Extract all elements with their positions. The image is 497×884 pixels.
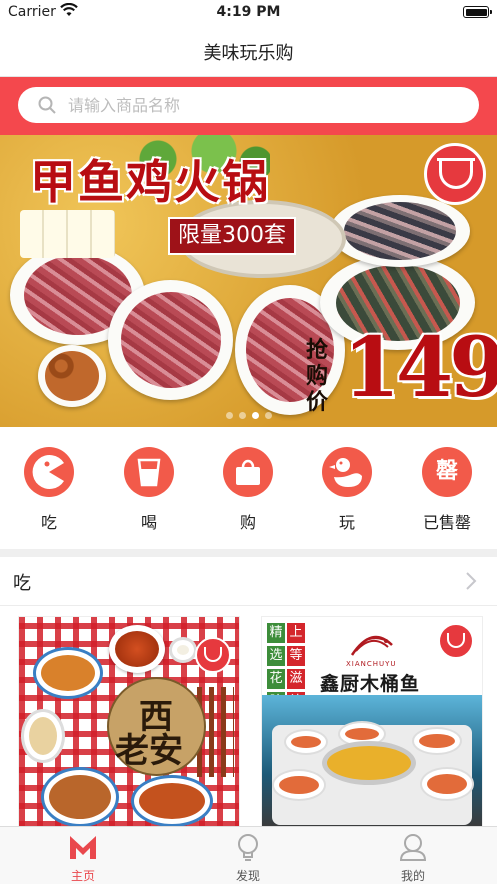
food-plate [109, 625, 165, 673]
profile-icon [399, 834, 427, 861]
category-label: 喝 [140, 513, 157, 532]
lightbulb-icon [238, 834, 258, 861]
shopping-bag-icon [223, 447, 273, 497]
pacman-icon [24, 447, 74, 497]
tag: 选 [267, 646, 285, 666]
page-dot[interactable] [238, 412, 246, 419]
price-value: 149 [343, 320, 497, 416]
tab-label: 发现 [235, 869, 260, 883]
badge-text: 老安 [115, 731, 183, 771]
banner-page-indicator[interactable] [0, 404, 497, 423]
navigation-bar: 美味玩乐购 [0, 26, 497, 77]
tab-label: 主页 [70, 869, 95, 883]
tab-profile[interactable]: 我的 [353, 833, 473, 884]
food-bowl [41, 767, 119, 827]
section-header-eat[interactable]: 吃 [0, 557, 497, 606]
page-dot-active[interactable] [251, 412, 259, 419]
tag: 上 [287, 623, 305, 643]
banner-title: 甲鱼鸡火锅 [30, 155, 270, 209]
category-drink[interactable]: 喝 [109, 447, 189, 533]
food-bowl [33, 647, 103, 699]
tag: 花 [267, 669, 285, 689]
food-bowl [131, 775, 213, 827]
product-card[interactable]: 西 老安 [18, 616, 240, 828]
product-card[interactable]: 精上 选等 花滋 胶补 XIANCHUYU 鑫厨木桶鱼 [261, 616, 483, 828]
restaurant-badge: 西 老安 [107, 677, 206, 776]
chevron-right-icon[interactable] [465, 571, 477, 595]
banner-subtitle: 限量300套 [168, 217, 296, 255]
search-input[interactable] [68, 87, 468, 123]
tag: 精 [267, 623, 285, 643]
brand-logo [424, 143, 486, 205]
brand-logo [195, 637, 231, 673]
tag: 滋 [287, 669, 305, 689]
tab-bar: 主页 发现 我的 [0, 826, 497, 884]
sold-out-icon: 罄 [422, 447, 472, 497]
battery-icon [463, 6, 492, 18]
status-bar: Carrier 4:19 PM [0, 0, 497, 26]
category-label: 已售罄 [422, 513, 471, 532]
product-list: 西 老安 精上 选等 花滋 胶补 XIANCHUYU 鑫厨木桶鱼 [0, 606, 497, 828]
cup-icon [124, 447, 174, 497]
banner-plate [108, 280, 233, 400]
sold-out-icon-text: 罄 [435, 459, 458, 484]
search-box[interactable] [18, 87, 479, 123]
tab-label: 我的 [400, 869, 425, 883]
category-grid: 吃 喝 购 玩 罄 已售罄 [0, 427, 497, 549]
category-shop[interactable]: 购 [208, 447, 288, 533]
section-title: 吃 [13, 573, 31, 594]
banner-plate [330, 195, 470, 267]
brand-logo [438, 623, 474, 659]
food-bowl [21, 709, 65, 763]
divider [0, 549, 497, 557]
tab-home[interactable]: 主页 [23, 833, 143, 884]
tag: 等 [287, 646, 305, 666]
home-m-icon [70, 836, 96, 859]
category-label: 吃 [40, 513, 57, 532]
clock: 4:19 PM [216, 4, 281, 20]
promo-banner[interactable]: 甲鱼鸡火锅 限量300套 抢购价 149 [0, 135, 497, 427]
category-sold-out[interactable]: 罄 已售罄 [407, 447, 487, 533]
search-area [0, 77, 497, 135]
product-photo [262, 695, 482, 827]
fish-logo-icon [342, 625, 402, 665]
category-eat[interactable]: 吃 [9, 447, 89, 533]
category-label: 玩 [338, 513, 355, 532]
food-bowl [169, 637, 197, 663]
page-dot[interactable] [264, 412, 272, 419]
page-title: 美味玩乐购 [203, 43, 294, 64]
brand-english-name: XIANCHUYU [346, 660, 397, 668]
page-dot[interactable] [225, 412, 233, 419]
tab-discover[interactable]: 发现 [188, 833, 308, 884]
peanut-plate [38, 345, 106, 407]
category-label: 购 [239, 513, 256, 532]
category-play[interactable]: 玩 [307, 447, 387, 533]
duck-icon [322, 447, 372, 497]
brand-name: 鑫厨木桶鱼 [320, 673, 421, 695]
banner-tofu [20, 210, 115, 258]
search-icon [38, 96, 56, 118]
